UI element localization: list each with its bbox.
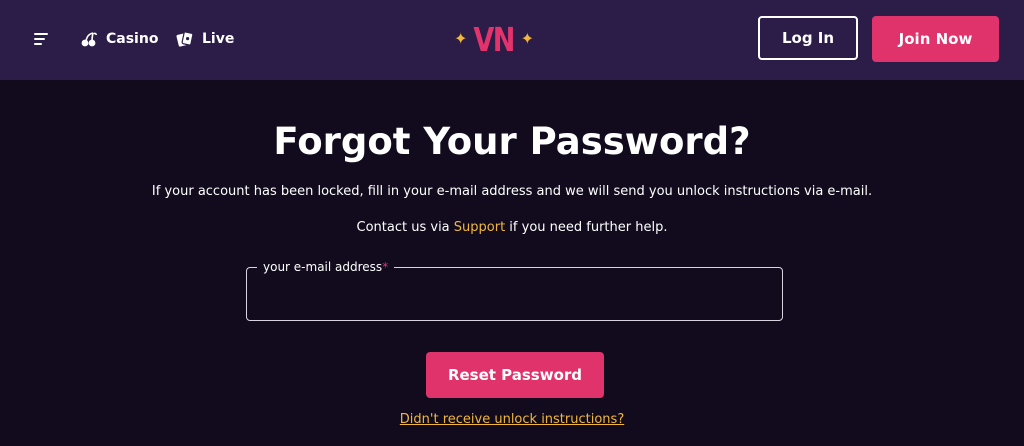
sparkle-star-icon: ✦ <box>454 29 468 48</box>
nav-casino-label: Casino <box>106 31 159 47</box>
instructions-text: If your account has been locked, fill in… <box>151 184 873 199</box>
contact-prefix: Contact us via <box>356 220 454 235</box>
unlock-instructions-link[interactable]: Didn't receive unlock instructions? <box>0 410 1024 430</box>
support-link[interactable]: Support <box>454 220 505 235</box>
hamburger-menu-icon <box>34 33 48 45</box>
sparkle-star-icon: ✦ <box>520 29 534 48</box>
contact-suffix: if you need further help. <box>505 220 668 235</box>
logo-text: VN <box>473 19 516 59</box>
join-now-button[interactable]: Join Now <box>872 16 999 62</box>
contact-text: Contact us via Support if you need furth… <box>0 218 1024 238</box>
site-header: Casino Live ✦ VN ✦ Log In Join Now <box>0 0 1024 80</box>
email-field[interactable]: your e-mail address* <box>246 259 783 321</box>
nav-casino[interactable]: Casino <box>80 28 158 50</box>
menu-button[interactable] <box>28 26 54 52</box>
required-mark: * <box>382 260 389 274</box>
email-field-label: your e-mail address* <box>257 259 395 275</box>
reset-password-button[interactable]: Reset Password <box>426 352 604 398</box>
site-logo[interactable]: ✦ VN ✦ <box>454 16 534 62</box>
email-label-text: your e-mail address <box>263 260 383 274</box>
login-button[interactable]: Log In <box>758 16 858 60</box>
nav-live-label: Live <box>202 31 235 47</box>
page-title: Forgot Your Password? <box>273 120 751 163</box>
cherries-icon <box>81 32 97 47</box>
playing-cards-icon <box>176 31 194 47</box>
email-input[interactable] <box>247 282 782 318</box>
nav-live[interactable]: Live <box>176 28 234 50</box>
